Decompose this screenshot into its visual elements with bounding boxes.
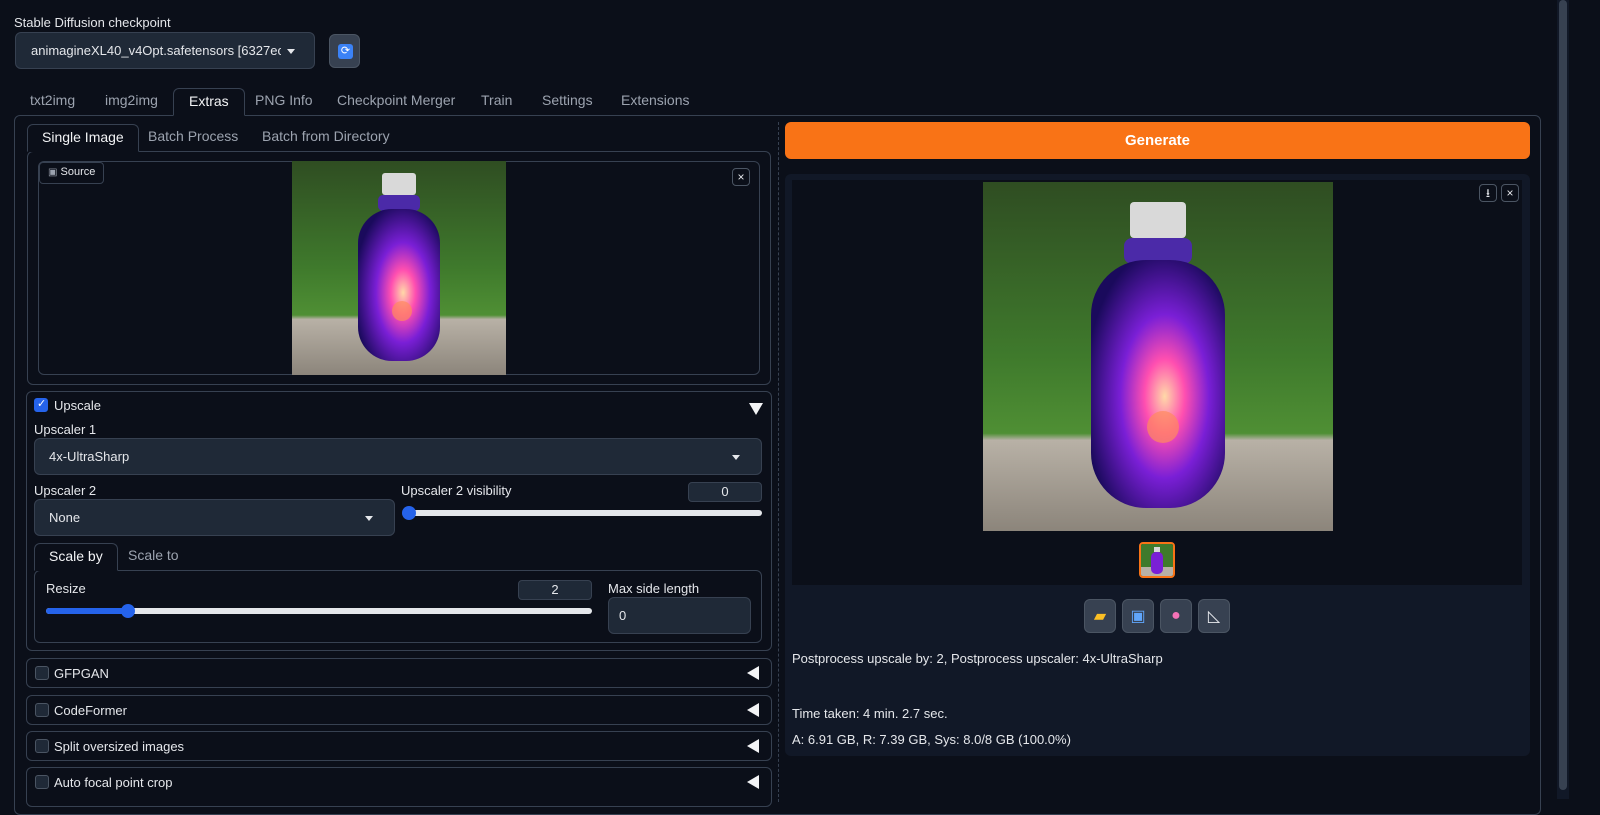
output-info: Postprocess upscale by: 2, Postprocess u…: [792, 651, 1163, 666]
checkpoint-dropdown[interactable]: animagineXL40_v4Opt.safetensors [6327eca…: [15, 32, 315, 69]
checkpoint-label: Stable Diffusion checkpoint: [14, 15, 171, 30]
codeformer-checkbox[interactable]: [35, 703, 49, 717]
visibility-slider[interactable]: [402, 506, 762, 520]
chevron-down-icon: [365, 516, 373, 521]
image-icon: ▣: [1130, 608, 1146, 625]
tab-batch-process[interactable]: Batch Process: [134, 124, 252, 148]
resize-slider-fill: [46, 608, 128, 614]
source-image: [292, 161, 506, 375]
source-label: Source: [60, 166, 96, 178]
expand-icon[interactable]: [747, 666, 759, 680]
resize-input[interactable]: 2: [518, 580, 592, 600]
ruler-icon: ◺: [1207, 608, 1221, 625]
upscaler1-value: 4x-UltraSharp: [49, 449, 130, 464]
gfpgan-checkbox[interactable]: [35, 666, 49, 680]
memory-usage: A: 6.91 GB, R: 7.39 GB, Sys: 8.0/8 GB (1…: [792, 732, 1071, 747]
codeformer-label: CodeFormer: [54, 703, 127, 718]
auto-focal-accordion[interactable]: Auto focal point crop: [26, 767, 772, 807]
time-taken: Time taken: 4 min. 2.7 sec.: [792, 706, 948, 721]
expand-icon[interactable]: [747, 703, 759, 717]
upscaler1-label: Upscaler 1: [34, 422, 97, 437]
tab-scale-by[interactable]: Scale by: [34, 543, 118, 571]
send-to-img2img-button[interactable]: ▣: [1122, 599, 1154, 633]
chevron-down-icon: [287, 49, 295, 54]
tab-scale-to[interactable]: Scale to: [114, 543, 193, 567]
visibility-input[interactable]: 0: [688, 482, 762, 502]
tab-settings[interactable]: Settings: [527, 88, 608, 116]
resize-slider[interactable]: [46, 604, 592, 618]
send-to-inpaint-button[interactable]: ●: [1160, 599, 1192, 633]
codeformer-accordion[interactable]: CodeFormer: [26, 695, 772, 725]
resize-slider-thumb[interactable]: [120, 604, 135, 618]
auto-focal-label: Auto focal point crop: [54, 775, 173, 790]
refresh-button[interactable]: ⟳: [329, 34, 360, 68]
folder-icon: ▰: [1093, 608, 1107, 625]
upscale-checkbox[interactable]: ✓: [34, 398, 48, 412]
image-icon: ▣: [48, 167, 58, 178]
download-icon[interactable]: ⭳: [1479, 184, 1497, 202]
upscaler2-dropdown[interactable]: None: [34, 499, 395, 536]
tab-train[interactable]: Train: [466, 88, 527, 116]
tab-checkpoint-merger[interactable]: Checkpoint Merger: [322, 88, 470, 116]
close-icon[interactable]: ×: [1501, 184, 1519, 202]
tab-single-image[interactable]: Single Image: [27, 124, 139, 152]
upscaler1-dropdown[interactable]: 4x-UltraSharp: [34, 438, 762, 475]
tab-extensions[interactable]: Extensions: [606, 88, 704, 116]
split-oversized-checkbox[interactable]: [35, 739, 49, 753]
visibility-slider-thumb[interactable]: [402, 506, 416, 520]
upscale-label: Upscale: [54, 398, 101, 413]
source-label-badge: ▣ Source: [39, 162, 105, 184]
tab-txt2img[interactable]: txt2img: [15, 88, 90, 116]
chevron-down-icon: [732, 455, 740, 460]
column-divider: [778, 122, 779, 802]
expand-icon[interactable]: [747, 775, 759, 789]
gfpgan-accordion[interactable]: GFPGAN: [26, 658, 772, 688]
check-icon: ✓: [37, 398, 47, 410]
open-folder-button[interactable]: ▰: [1084, 599, 1116, 633]
close-icon[interactable]: ×: [732, 168, 750, 186]
refresh-icon: ⟳: [338, 44, 353, 59]
scrollbar[interactable]: [1557, 0, 1569, 799]
max-side-label: Max side length: [608, 581, 700, 596]
upscaler2-label: Upscaler 2: [34, 483, 97, 498]
palette-icon: ●: [1171, 607, 1181, 624]
resize-label: Resize: [46, 581, 86, 596]
split-oversized-accordion[interactable]: Split oversized images: [26, 731, 772, 761]
max-side-input[interactable]: 0: [608, 597, 751, 634]
upscaler2-value: None: [49, 510, 81, 525]
expand-icon[interactable]: [747, 739, 759, 753]
tab-img2img[interactable]: img2img: [90, 88, 173, 116]
scrollbar-thumb[interactable]: [1559, 0, 1567, 790]
split-oversized-label: Split oversized images: [54, 739, 185, 754]
output-image[interactable]: [983, 182, 1333, 531]
auto-focal-checkbox[interactable]: [35, 775, 49, 789]
send-to-extras-button[interactable]: ◺: [1198, 599, 1230, 633]
generate-button[interactable]: Generate: [785, 122, 1530, 159]
tab-png-info[interactable]: PNG Info: [240, 88, 328, 116]
visibility-label: Upscaler 2 visibility: [401, 483, 512, 498]
gfpgan-label: GFPGAN: [54, 666, 109, 681]
max-side-value: 0: [619, 608, 627, 623]
collapse-icon[interactable]: [749, 403, 763, 415]
tab-extras[interactable]: Extras: [173, 88, 245, 116]
output-thumbnail[interactable]: [1139, 542, 1175, 578]
checkpoint-value: animagineXL40_v4Opt.safetensors [6327eca…: [31, 43, 281, 58]
tab-batch-from-directory[interactable]: Batch from Directory: [248, 124, 404, 148]
